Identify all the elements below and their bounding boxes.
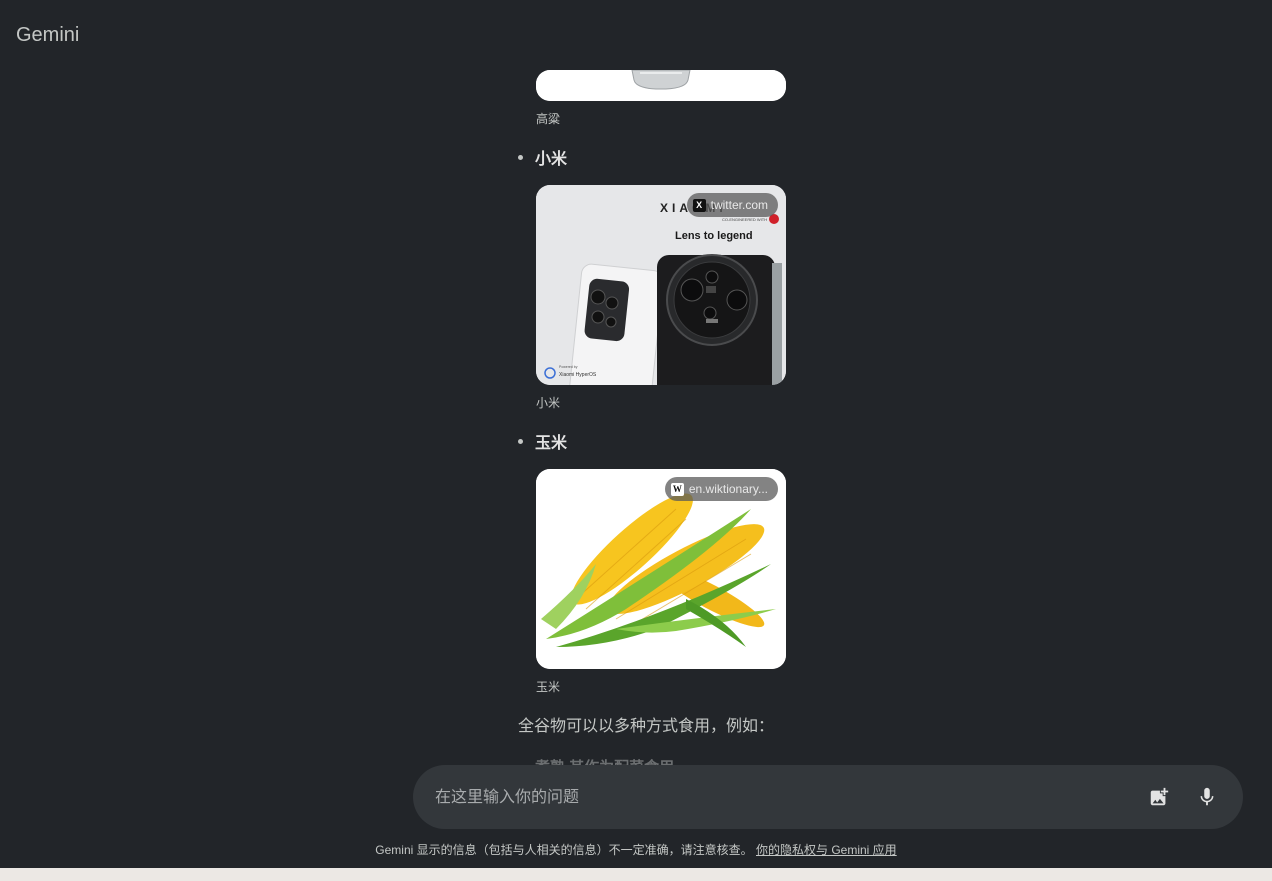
x-logo-icon: X [692, 198, 706, 212]
source-chip[interactable]: W en.wiktionary... [664, 477, 778, 501]
source-chip[interactable]: X twitter.com [686, 193, 778, 217]
source-label: en.wiktionary... [688, 482, 768, 496]
os-text: Xiaomi HyperOS [559, 372, 597, 378]
sorghum-image[interactable] [536, 70, 786, 101]
image-caption: 高粱 [536, 112, 561, 126]
co-engineered-text: CO-ENGINEERED WITH [722, 217, 767, 222]
image-caption: 玉米 [536, 680, 561, 694]
microphone-button[interactable] [1191, 781, 1223, 813]
corn-image[interactable]: W en.wiktionary... [536, 469, 786, 669]
xiaomi-image[interactable]: XIAOMI CO-ENGINEERED WITH Lens to legend… [536, 185, 786, 385]
source-label: twitter.com [710, 198, 768, 212]
prompt-input[interactable] [433, 765, 1117, 831]
bullet-dot [518, 439, 523, 445]
os-small-text: Powered by [559, 365, 578, 369]
bullet-dot [518, 155, 523, 161]
disclaimer-footer: Gemini 显示的信息（包括与人相关的信息）不一定准确，请注意核查。 你的隐私… [0, 841, 1272, 858]
taskbar-strip [0, 868, 1272, 881]
list-item-label: 小米 [535, 151, 568, 168]
wikipedia-icon: W [670, 482, 684, 496]
add-image-button[interactable] [1143, 781, 1175, 813]
privacy-link[interactable]: 你的隐私权与 Gemini 应用 [756, 843, 897, 857]
list-item-label: 玉米 [535, 435, 568, 452]
disclaimer-text: Gemini 显示的信息（包括与人相关的信息）不一定准确，请注意核查。 [375, 843, 753, 857]
list-item-xiaomi: 小米 [518, 145, 567, 169]
list-item-corn: 玉米 [518, 429, 567, 453]
add-image-icon [1150, 787, 1169, 806]
prompt-bar [413, 765, 1243, 831]
tagline-text: Lens to legend [675, 230, 753, 242]
response-paragraph: 全谷物可以以多种方式食用，例如： [518, 718, 775, 735]
microphone-icon [1200, 787, 1214, 806]
image-caption: 小米 [536, 396, 561, 410]
chat-content: 高粱 小米 XIAOMI CO-ENGINEERED WITH Lens to … [0, 0, 1272, 770]
